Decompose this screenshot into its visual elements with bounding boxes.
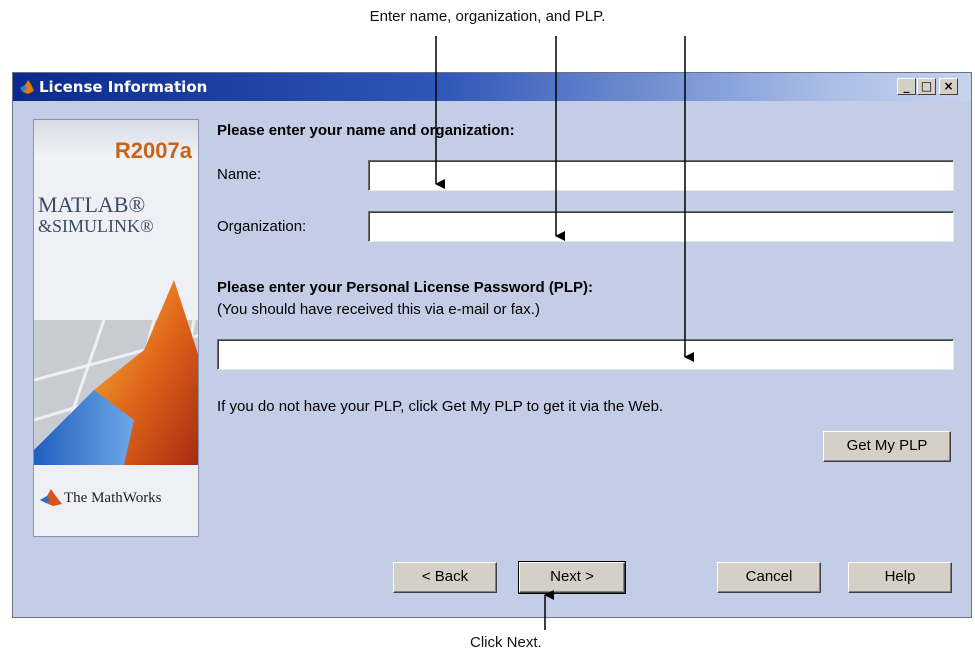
annotation-bottom: Click Next. xyxy=(470,634,542,651)
callout-arrows xyxy=(435,36,694,630)
